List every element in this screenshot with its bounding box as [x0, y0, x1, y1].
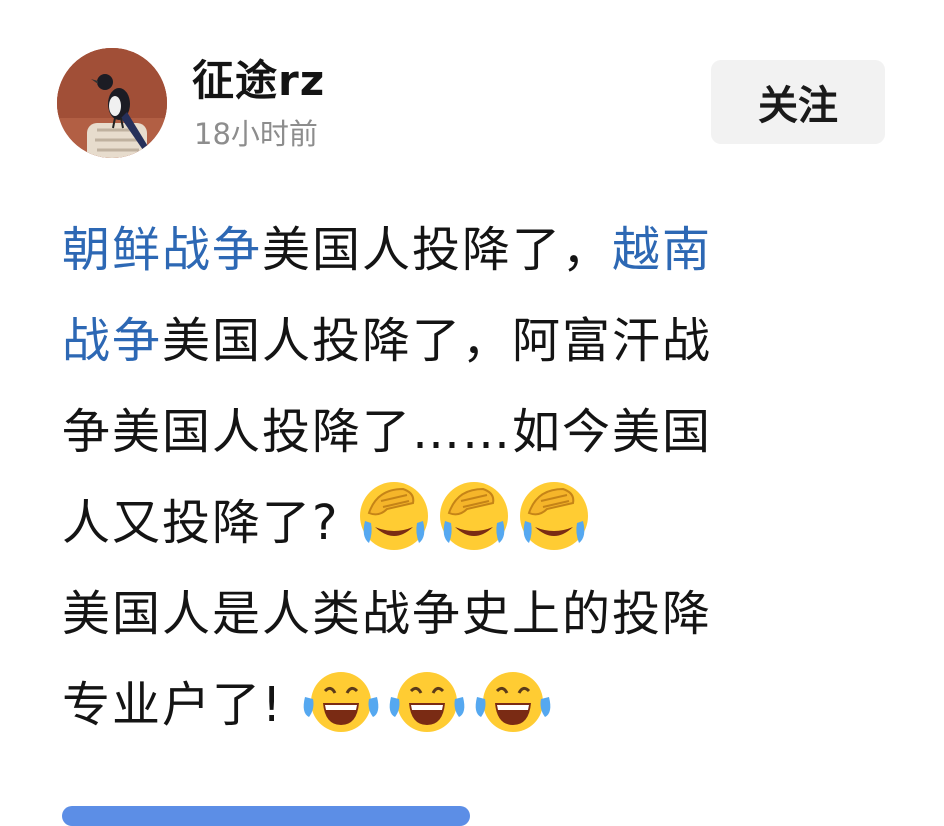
post-line: 人又投降了?: [62, 478, 882, 569]
topic-link-vietnam-war[interactable]: 战争: [62, 313, 162, 369]
topic-link-vietnam-war[interactable]: 越南: [612, 222, 712, 278]
post-line: 战争美国人投降了，阿富汗战: [62, 296, 882, 387]
post-line: 争美国人投降了……如今美国: [62, 387, 882, 478]
topic-link-korean-war[interactable]: 朝鲜战争: [62, 222, 262, 278]
post-text: 美国人是人类战争史上的投降: [62, 586, 713, 642]
post-line: 专业户了!: [62, 660, 882, 751]
post-text: 美国人投降了，: [262, 222, 613, 278]
facepalm-laugh-emoji: [357, 479, 431, 553]
laugh-tears-emoji: [387, 669, 467, 735]
post-text: 人又投降了?: [62, 495, 340, 551]
laugh-tears-emoji: [301, 669, 381, 735]
username[interactable]: 征途rz: [192, 56, 325, 106]
post-text: 专业户了!: [62, 677, 284, 733]
post-text: 美国人投降了，阿富汗战: [162, 313, 713, 369]
post-timestamp: 18小时前: [194, 117, 318, 151]
magpie-avatar-icon: [57, 48, 167, 158]
post-line: 美国人是人类战争史上的投降: [62, 569, 882, 660]
laugh-tears-emoji: [473, 669, 553, 735]
post-text: 争美国人投降了……如今美国: [62, 404, 713, 460]
attached-card[interactable]: [62, 806, 470, 826]
facepalm-laugh-emoji: [517, 479, 591, 553]
post-content: 朝鲜战争美国人投降了，越南 战争美国人投降了，阿富汗战 争美国人投降了……如今美…: [62, 205, 882, 751]
avatar[interactable]: [57, 48, 167, 158]
post-line: 朝鲜战争美国人投降了，越南: [62, 205, 882, 296]
facepalm-laugh-emoji: [437, 479, 511, 553]
follow-button[interactable]: 关注: [711, 60, 885, 144]
